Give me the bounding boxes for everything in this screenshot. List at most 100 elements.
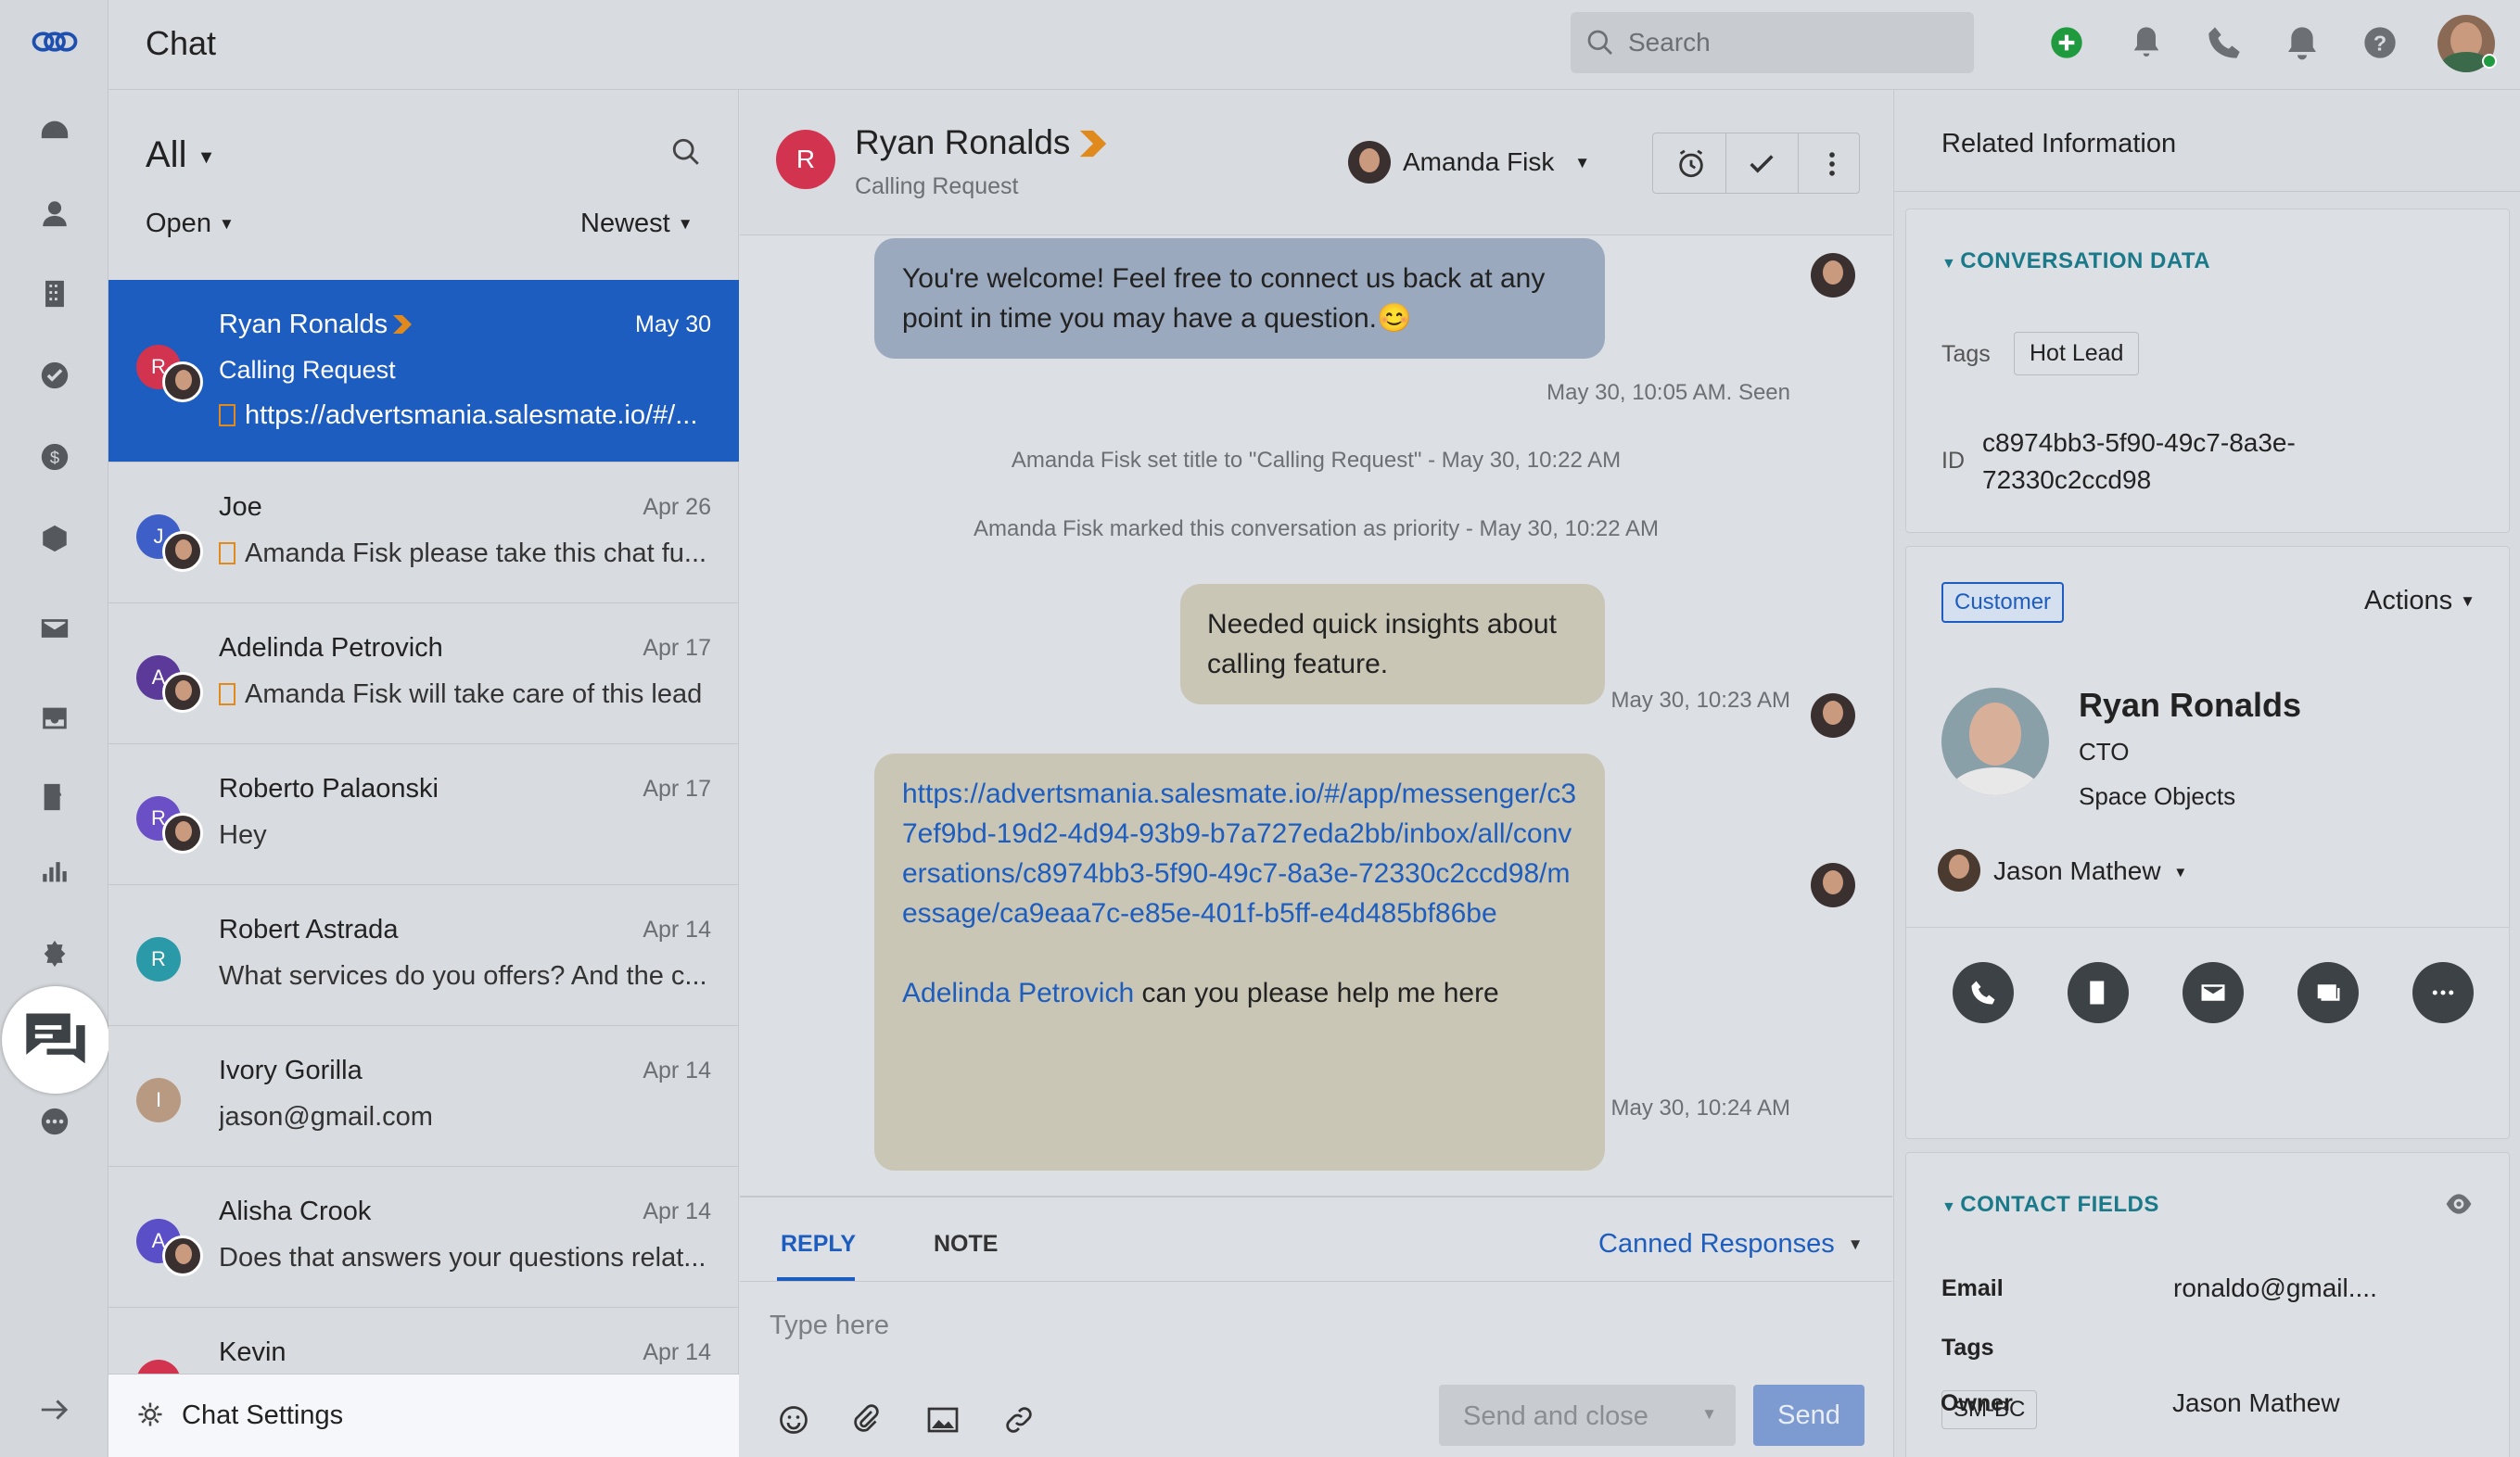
conversation-name: Adelinda Petrovich xyxy=(219,633,443,663)
owner-field-value[interactable]: Jason Mathew xyxy=(2172,1388,2340,1418)
chat-settings-bar[interactable]: Chat Settings xyxy=(108,1374,739,1457)
priority-icon xyxy=(393,315,412,334)
conversation-date: Apr 26 xyxy=(643,494,711,520)
send-and-close-button[interactable]: Send and close ▼ xyxy=(1439,1385,1736,1446)
phone-log-icon[interactable] xyxy=(32,774,78,820)
call-contact-button[interactable] xyxy=(1953,962,2014,1023)
emoji-icon[interactable] xyxy=(777,1403,810,1437)
conversation-name: Joe xyxy=(219,492,262,522)
message-meta: May 30, 10:05 AM. Seen xyxy=(1546,380,1790,405)
left-nav: $ xyxy=(0,0,109,1457)
search-box[interactable]: Search xyxy=(1571,12,1974,73)
svg-text:$: $ xyxy=(50,448,59,467)
companies-icon[interactable] xyxy=(32,271,78,317)
conversation-preview: Amanda Fisk will take care of this lead xyxy=(245,679,703,709)
resolve-icon[interactable] xyxy=(1746,148,1777,180)
call-log-button[interactable] xyxy=(2068,962,2129,1023)
search-input[interactable]: Search xyxy=(1628,28,1711,57)
conversation-item[interactable]: J Joe Apr 26 Amanda Fisk please take this c… xyxy=(108,462,739,603)
inbox-icon[interactable] xyxy=(32,695,78,741)
conversation-item[interactable]: R Ryan Ronalds May 30 Calling Request https:… xyxy=(108,280,739,462)
tasks-icon[interactable] xyxy=(32,352,78,399)
contact-fields-header[interactable]: ▼ CONTACT FIELDS xyxy=(1941,1192,2159,1218)
notifications-icon[interactable] xyxy=(2128,24,2165,61)
owner-field-label: Owner xyxy=(1941,1390,2013,1416)
preview-line: https://advertsmania.salesmate.io/#/... xyxy=(219,400,719,431)
section-title: CONVERSATION DATA xyxy=(1960,248,2211,273)
message-contact-button[interactable] xyxy=(2297,962,2359,1023)
mention-link[interactable]: Adelinda Petrovich xyxy=(902,978,1134,1008)
phone-icon xyxy=(1971,981,1995,1005)
snooze-icon[interactable] xyxy=(1675,148,1707,180)
products-icon[interactable] xyxy=(32,515,78,562)
bell-icon[interactable] xyxy=(2284,24,2321,61)
expand-nav-icon[interactable] xyxy=(32,1387,78,1433)
image-icon[interactable] xyxy=(925,1403,961,1437)
conversation-item[interactable]: R Robert Astrada Apr 14 What services do yo… xyxy=(108,885,739,1026)
conversation-item[interactable]: R Roberto Palaonski Apr 17 Hey xyxy=(108,744,739,885)
app-logo-icon[interactable] xyxy=(32,19,78,65)
contact-company[interactable]: Space Objects xyxy=(2079,782,2235,811)
reply-input[interactable]: Type here xyxy=(770,1311,889,1341)
message-link[interactable]: https://advertsmania.salesmate.io/#/app/… xyxy=(902,779,1576,929)
assignee-dropdown[interactable]: Amanda Fisk ▼ xyxy=(1403,147,1590,177)
reports-icon[interactable] xyxy=(32,848,78,894)
sort-dropdown[interactable]: Newest ▼ xyxy=(580,209,694,239)
conversation-item[interactable]: I Ivory Gorilla Apr 14 jason@gmail.com xyxy=(108,1026,739,1167)
conversation-item[interactable]: A Adelinda Petrovich Apr 17 Amanda Fisk wil… xyxy=(108,603,739,744)
caret-down-icon: ▼ xyxy=(1941,1199,1956,1215)
contact-photo xyxy=(1941,688,2049,795)
chevron-down-icon: ▼ xyxy=(677,215,694,233)
email-value[interactable]: ronaldo@gmail.... xyxy=(2173,1273,2377,1303)
conversation-preview: What services do you offers? And the c..… xyxy=(219,961,707,991)
message-text: You're welcome! Feel free to connect us … xyxy=(902,263,1546,334)
eye-icon[interactable] xyxy=(2444,1192,2474,1216)
contact-name[interactable]: Ryan Ronalds xyxy=(855,123,1070,162)
status-dropdown[interactable]: Open ▼ xyxy=(146,209,235,239)
message-meta: May 30, 10:23 AM xyxy=(1610,688,1790,713)
actions-dropdown[interactable]: Actions ▼ xyxy=(2364,586,2475,616)
more-vertical-icon[interactable] xyxy=(1816,148,1848,180)
filter-dropdown[interactable]: All ▼ xyxy=(146,134,215,176)
tags-label: Tags xyxy=(1941,1335,1994,1361)
contacts-icon[interactable] xyxy=(32,190,78,236)
assignee-avatar xyxy=(1348,141,1391,184)
email-contact-button[interactable] xyxy=(2183,962,2244,1023)
owner-dropdown[interactable]: Jason Mathew ▼ xyxy=(1993,856,2187,886)
link-icon[interactable] xyxy=(1001,1403,1037,1437)
conversation-item[interactable]: A Alisha Crook Apr 14 Does that answers you… xyxy=(108,1167,739,1308)
tag-chip[interactable]: Hot Lead xyxy=(2014,332,2140,375)
conversation-data-header[interactable]: ▼ CONVERSATION DATA xyxy=(1941,248,2210,274)
chevron-down-icon: ▼ xyxy=(1701,1405,1717,1423)
message-bubble: https://advertsmania.salesmate.io/#/app/… xyxy=(874,754,1605,1171)
tab-note[interactable]: NOTE xyxy=(934,1231,998,1258)
conversation-title[interactable]: Calling Request xyxy=(855,173,1019,200)
system-message: Amanda Fisk marked this conversation as … xyxy=(974,516,1659,541)
more-actions-button[interactable] xyxy=(2412,962,2474,1023)
list-search-icon[interactable] xyxy=(670,136,702,168)
add-icon[interactable] xyxy=(2048,24,2085,61)
canned-responses-dropdown[interactable]: Canned Responses ▼ xyxy=(1598,1229,1864,1260)
attachment-icon[interactable] xyxy=(849,1403,883,1437)
deals-icon[interactable]: $ xyxy=(32,434,78,480)
contact-name[interactable]: Ryan Ronalds xyxy=(2079,686,2301,725)
message-text: Needed quick insights about calling feat… xyxy=(1207,609,1557,679)
tab-reply[interactable]: REPLY xyxy=(781,1231,856,1258)
more-apps-icon[interactable] xyxy=(32,1098,78,1145)
conversation-preview: https://advertsmania.salesmate.io/#/... xyxy=(245,400,698,430)
chevron-down-icon: ▼ xyxy=(1847,1235,1864,1253)
dashboard-icon[interactable] xyxy=(32,108,78,155)
help-icon[interactable]: ? xyxy=(2361,24,2399,61)
chat-nav-button[interactable] xyxy=(2,986,109,1094)
contact-avatar: R xyxy=(776,130,835,189)
conversation-id: c8974bb3-5f90-49c7-8a3e-72330c2ccd98 xyxy=(1982,428,2296,494)
priority-icon xyxy=(1079,130,1107,158)
phone-icon[interactable] xyxy=(2206,24,2243,61)
automation-icon[interactable] xyxy=(32,931,78,977)
chat-header: R Ryan Ronalds Calling Request Amanda Fi… xyxy=(740,90,1892,235)
email-icon[interactable] xyxy=(32,605,78,652)
send-button[interactable]: Send xyxy=(1753,1385,1865,1446)
tags-label: Tags xyxy=(1941,341,1991,367)
canned-label: Canned Responses xyxy=(1598,1229,1835,1259)
conversation-name: Ryan Ronalds xyxy=(219,310,388,339)
